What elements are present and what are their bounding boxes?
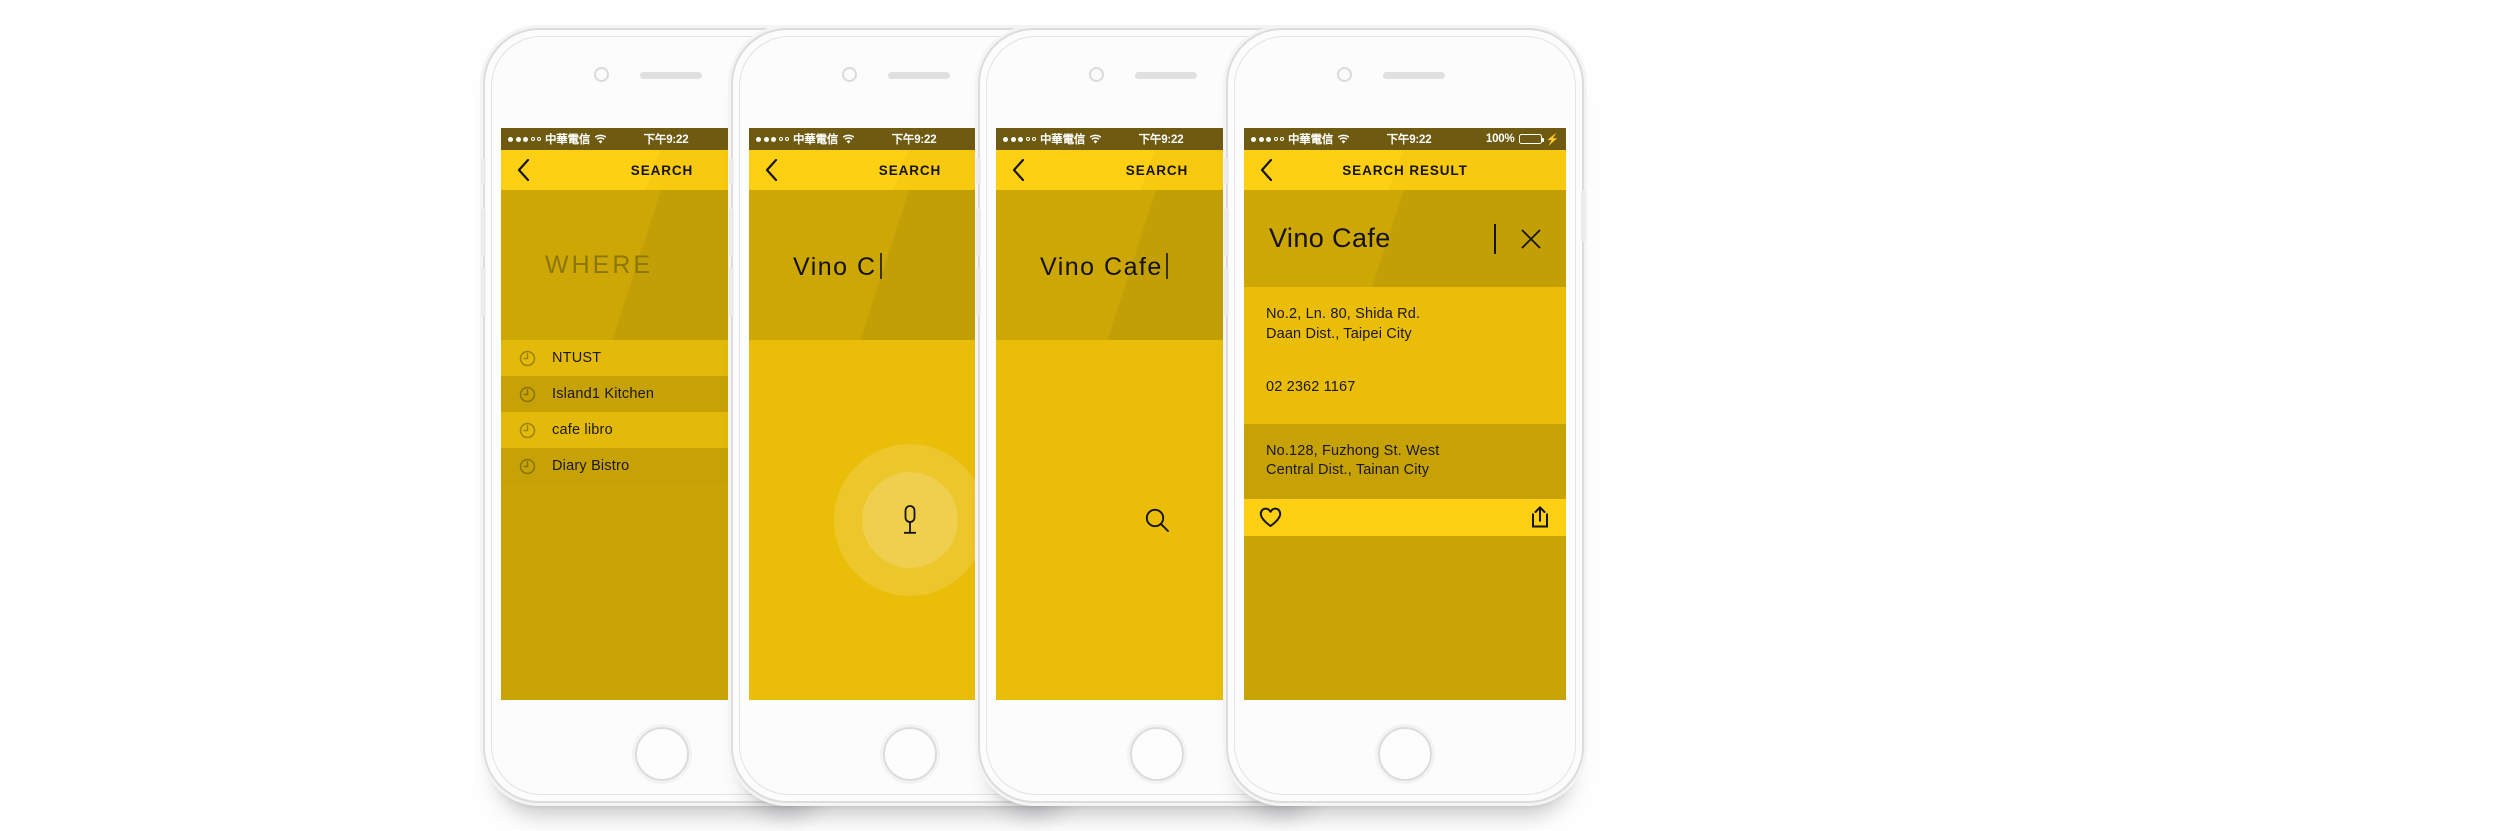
volume-up-button[interactable] xyxy=(1224,208,1229,256)
clock-icon xyxy=(519,386,536,403)
result-title: Vino Cafe xyxy=(1269,223,1391,253)
front-camera-icon xyxy=(1089,67,1104,82)
signal-strength-icon xyxy=(1003,136,1036,142)
search-input-value-wrap: Vino Cafe xyxy=(1018,249,1244,282)
address-line-1: No.2, Ln. 80, Shida Rd. xyxy=(1266,306,1421,322)
power-button[interactable] xyxy=(1581,190,1586,242)
search-input-value: Vino C xyxy=(793,252,877,281)
clock-icon xyxy=(519,350,536,367)
earpiece-speaker xyxy=(888,72,950,79)
result-action-bar xyxy=(1244,498,1566,536)
list-item-label: cafe libro xyxy=(552,422,613,438)
text-caret xyxy=(879,252,882,279)
earpiece-speaker xyxy=(640,72,702,79)
search-input-value: Vino Cafe xyxy=(1040,252,1163,281)
address-line-2: Daan Dist., Taipei City xyxy=(1266,325,1412,342)
silent-switch[interactable] xyxy=(1224,158,1229,184)
silent-switch[interactable] xyxy=(729,158,734,184)
address-line-2: Central Dist., Tainan City xyxy=(1266,462,1430,479)
clock-label: 下午9:22 xyxy=(643,134,689,146)
front-camera-icon xyxy=(842,67,857,82)
page-title: SEARCH RESULT xyxy=(1342,162,1468,178)
battery-percent-label: 100% xyxy=(1485,133,1515,145)
share-icon[interactable] xyxy=(1529,505,1551,529)
clock-label: 下午9:22 xyxy=(1386,134,1432,146)
address-line-1: No.128, Fuzhong St. West xyxy=(1266,442,1440,459)
result-address-secondary: No.128, Fuzhong St. West Central Dist., … xyxy=(1244,423,1566,499)
home-button[interactable] xyxy=(1130,727,1184,781)
carrier-label: 中華電信 xyxy=(1040,134,1086,146)
clock-label: 下午9:22 xyxy=(1138,134,1184,146)
volume-up-button[interactable] xyxy=(481,208,486,256)
volume-down-button[interactable] xyxy=(976,268,981,316)
nav-bar: SEARCH RESULT xyxy=(1244,150,1566,190)
silent-switch[interactable] xyxy=(976,158,981,184)
phone-4-search-result: 中華電信 下午9:22 100% ⚡ SEARCH RESULT Vino Ca… xyxy=(1224,28,1586,803)
earpiece-speaker xyxy=(1383,72,1445,79)
status-bar-left: 中華電信 xyxy=(1251,131,1350,147)
carrier-label: 中華電信 xyxy=(793,134,839,146)
volume-down-button[interactable] xyxy=(729,268,734,316)
front-camera-icon xyxy=(1337,67,1352,82)
earpiece-speaker xyxy=(1135,72,1197,79)
phone-number-label: 02 2362 1167 xyxy=(1266,379,1356,396)
result-phone[interactable]: 02 2362 1167 xyxy=(1244,362,1566,424)
clock-icon xyxy=(519,458,536,475)
clock-label: 下午9:22 xyxy=(891,134,937,146)
screenshot-canvas: 中華電信 下午9:22 100% ⚡ SEARCH xyxy=(0,0,2500,831)
list-item-label: Diary Bistro xyxy=(552,458,630,474)
search-input-value-wrap: Vino C xyxy=(771,249,997,282)
search-icon[interactable] xyxy=(1143,506,1171,534)
microphone-icon[interactable] xyxy=(900,503,920,537)
status-bar-left: 中華電信 xyxy=(756,131,855,147)
wifi-icon xyxy=(1337,134,1350,145)
front-camera-icon xyxy=(594,67,609,82)
carrier-label: 中華電信 xyxy=(545,134,591,146)
wifi-icon xyxy=(1089,134,1102,145)
result-header: Vino Cafe xyxy=(1244,190,1566,287)
close-icon[interactable] xyxy=(1516,227,1546,251)
search-placeholder-label: WHERE xyxy=(545,250,654,279)
volume-down-button[interactable] xyxy=(481,268,486,316)
volume-up-button[interactable] xyxy=(976,208,981,256)
status-bar: 中華電信 下午9:22 100% ⚡ xyxy=(1244,128,1566,150)
status-bar-left: 中華電信 xyxy=(508,131,607,147)
signal-strength-icon xyxy=(508,136,541,142)
bolt-icon: ⚡ xyxy=(1545,133,1560,146)
clock-icon xyxy=(519,422,536,439)
list-item-label: Island1 Kitchen xyxy=(552,386,655,402)
home-button[interactable] xyxy=(635,727,689,781)
carrier-label: 中華電信 xyxy=(1288,134,1334,146)
screen-search-result: 中華電信 下午9:22 100% ⚡ SEARCH RESULT Vino Ca… xyxy=(1244,128,1566,700)
volume-down-button[interactable] xyxy=(1224,268,1229,316)
volume-up-button[interactable] xyxy=(729,208,734,256)
field-divider xyxy=(1494,223,1496,254)
status-bar-left: 中華電信 xyxy=(1003,131,1102,147)
battery-icon xyxy=(1518,134,1544,144)
home-button[interactable] xyxy=(883,727,937,781)
signal-strength-icon xyxy=(756,136,789,142)
wifi-icon xyxy=(594,134,607,145)
status-bar-right: 100% ⚡ xyxy=(1486,133,1559,146)
list-item-label: NTUST xyxy=(552,350,602,366)
heart-icon[interactable] xyxy=(1259,507,1282,528)
wifi-icon xyxy=(842,134,855,145)
home-button[interactable] xyxy=(1378,727,1432,781)
result-address-primary: No.2, Ln. 80, Shida Rd. Daan Dist., Taip… xyxy=(1244,287,1566,363)
silent-switch[interactable] xyxy=(481,158,486,184)
signal-strength-icon xyxy=(1251,136,1284,142)
text-caret xyxy=(1165,252,1168,279)
